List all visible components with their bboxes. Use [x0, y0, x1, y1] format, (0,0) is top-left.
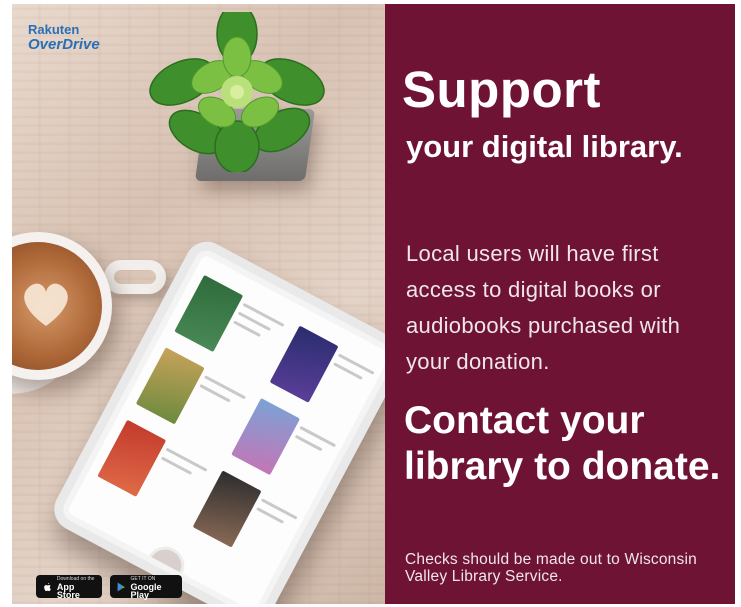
book-cover [135, 347, 205, 425]
apple-icon [44, 582, 51, 591]
app-store-badge[interactable]: Download on the App Store [36, 575, 102, 600]
mug-handle [104, 260, 166, 294]
google-play-badge[interactable]: GET IT ON Google Play [110, 575, 182, 600]
logo-line-2: OverDrive [28, 36, 100, 53]
footnote: Checks should be made out to Wisconsin V… [405, 551, 697, 585]
lifestyle-photo: Rakuten OverDrive Download on the App St… [12, 4, 385, 604]
book-cover [192, 470, 262, 548]
latte-heart-icon [24, 283, 68, 326]
promo-graphic: Rakuten OverDrive Download on the App St… [12, 4, 735, 604]
latte [12, 242, 102, 370]
succulent-plant [149, 12, 325, 172]
overdrive-logo: Rakuten OverDrive [28, 22, 100, 52]
subheadline: your digital library. [406, 129, 683, 164]
body-text: Local users will have first access to di… [406, 241, 681, 374]
book-cover [97, 419, 167, 497]
message-panel: Support your digital library. Local user… [385, 4, 735, 604]
google-play-label: Google Play [130, 581, 162, 600]
logo-line-1: Rakuten [28, 22, 80, 37]
headline: Support [402, 61, 601, 118]
call-to-action: Contact your library to donate. [404, 399, 721, 488]
app-store-label: App Store [56, 581, 80, 600]
coffee-cup [12, 232, 112, 380]
book-cover [174, 274, 244, 353]
book-cover [231, 398, 301, 476]
tablet-screen [66, 254, 385, 604]
book-cover [269, 325, 339, 403]
play-triangle-icon [117, 582, 125, 591]
